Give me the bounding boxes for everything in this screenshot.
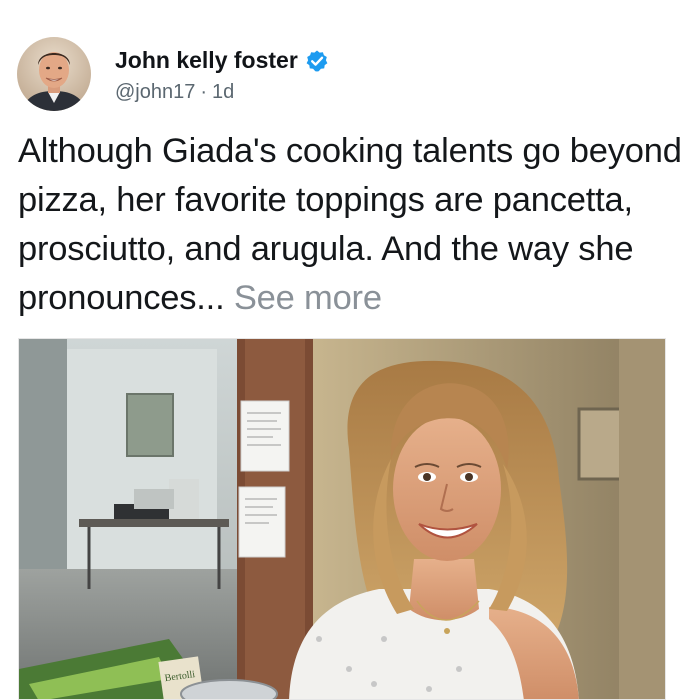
author-name-row: John kelly foster	[115, 45, 329, 77]
author-display-name[interactable]: John kelly foster	[115, 47, 298, 74]
social-post: John kelly foster @john17 · 1d Although …	[0, 0, 700, 700]
see-more-link[interactable]: See more	[234, 279, 382, 317]
post-body: Although Giada's cooking talents go beyo…	[18, 127, 694, 323]
post-header: John kelly foster @john17 · 1d	[17, 36, 329, 112]
avatar[interactable]	[17, 37, 91, 111]
verified-badge-icon	[305, 49, 329, 73]
author-block: John kelly foster @john17 · 1d	[115, 45, 329, 104]
author-meta-row: @john17 · 1d	[115, 81, 329, 104]
post-timestamp[interactable]: 1d	[212, 81, 234, 104]
post-media-image[interactable]: Bertolli	[18, 338, 666, 700]
meta-separator: ·	[200, 80, 208, 103]
author-handle[interactable]: @john17	[115, 81, 195, 104]
